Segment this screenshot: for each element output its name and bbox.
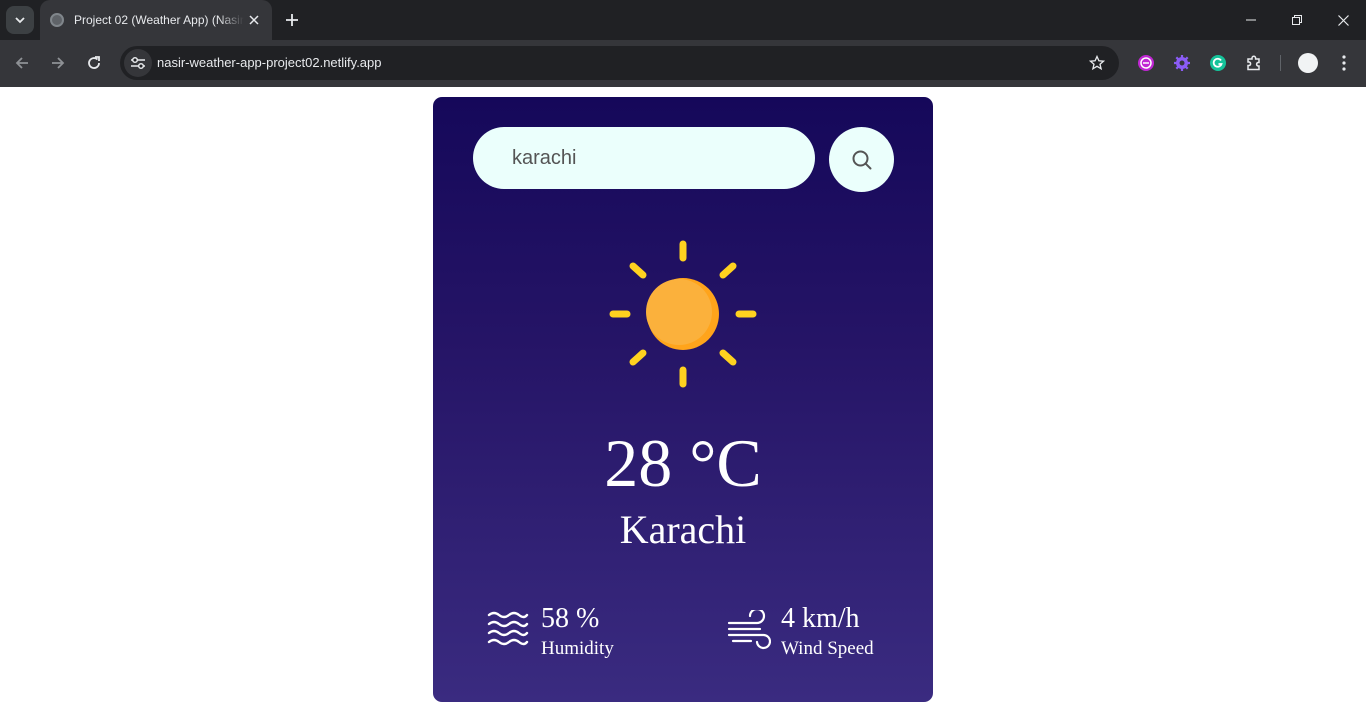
search-icon bbox=[852, 150, 871, 169]
reload-icon bbox=[88, 56, 100, 69]
extension-button[interactable] bbox=[1135, 52, 1157, 74]
tab-search-button[interactable] bbox=[6, 6, 34, 34]
gear-icon bbox=[1174, 55, 1190, 71]
back-button[interactable] bbox=[8, 49, 36, 77]
minimize-icon bbox=[1246, 19, 1256, 21]
chevron-down-icon bbox=[15, 17, 25, 24]
close-icon bbox=[249, 15, 259, 25]
plus-icon bbox=[286, 14, 298, 26]
bookmark-button[interactable] bbox=[1087, 53, 1107, 73]
address-bar[interactable]: nasir-weather-app-project02.netlify.app bbox=[120, 46, 1119, 80]
more-vertical-icon bbox=[1342, 55, 1346, 71]
extension-button[interactable] bbox=[1171, 52, 1193, 74]
grammarly-button[interactable] bbox=[1207, 52, 1229, 74]
humidity-waves-icon bbox=[487, 611, 529, 646]
humidity-detail: 58 % Humidity bbox=[487, 602, 647, 662]
city-name: Karachi bbox=[619, 507, 747, 552]
profile-avatar[interactable] bbox=[1298, 53, 1318, 73]
search-button[interactable] bbox=[829, 127, 894, 192]
browser-toolbar: nasir-weather-app-project02.netlify.app bbox=[0, 40, 1366, 87]
browser-tab-bar: Project 02 (Weather App) (Nasir bbox=[0, 0, 1366, 40]
tab-close-button[interactable] bbox=[246, 12, 262, 28]
restore-button[interactable] bbox=[1274, 0, 1320, 40]
site-info-button[interactable] bbox=[124, 49, 152, 77]
reload-button[interactable] bbox=[80, 49, 108, 77]
grammarly-icon bbox=[1210, 55, 1226, 71]
wind-detail: 4 km/h Wind Speed bbox=[727, 602, 897, 662]
new-tab-button[interactable] bbox=[280, 8, 304, 32]
humidity-label: Humidity bbox=[541, 638, 614, 659]
browser-tab-active[interactable]: Project 02 (Weather App) (Nasir bbox=[40, 0, 272, 40]
temperature-text: 28 °C bbox=[604, 425, 762, 501]
arrow-right-icon bbox=[52, 57, 65, 69]
browser-menu-button[interactable] bbox=[1334, 52, 1354, 74]
restore-icon bbox=[1292, 15, 1302, 25]
puzzle-icon bbox=[1247, 55, 1260, 71]
city-search-input[interactable] bbox=[473, 127, 815, 189]
arrow-left-icon bbox=[15, 57, 28, 69]
wind-speed-value: 4 km/h bbox=[781, 603, 860, 634]
humidity-value: 58 % bbox=[541, 603, 600, 634]
weather-card: 28 °C Karachi 58 % Humidity 4 km/h Wind … bbox=[433, 97, 933, 702]
minimize-button[interactable] bbox=[1228, 0, 1274, 40]
extensions-menu-button[interactable] bbox=[1243, 52, 1265, 74]
wind-speed-label: Wind Speed bbox=[781, 638, 874, 659]
sun-icon bbox=[609, 240, 757, 388]
extension-link-icon bbox=[1138, 55, 1154, 71]
tab-title: Project 02 (Weather App) (Nasir bbox=[74, 13, 244, 27]
url-text: nasir-weather-app-project02.netlify.app bbox=[157, 55, 382, 70]
wind-icon bbox=[727, 610, 771, 650]
toolbar-divider bbox=[1280, 55, 1281, 71]
star-icon bbox=[1089, 55, 1105, 71]
close-window-button[interactable] bbox=[1320, 0, 1366, 40]
globe-icon bbox=[50, 13, 64, 27]
forward-button[interactable] bbox=[44, 49, 72, 77]
close-icon bbox=[1337, 14, 1349, 26]
tune-icon bbox=[131, 56, 145, 70]
